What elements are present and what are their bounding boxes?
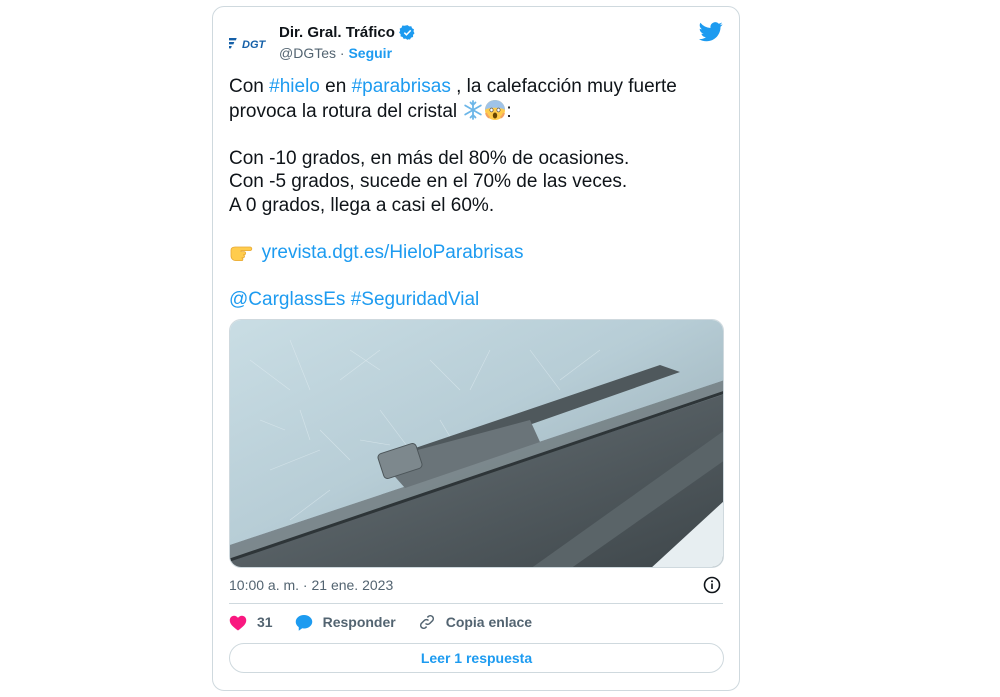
snowflake-icon	[462, 99, 484, 121]
text-segment: A 0 grados, llega a casi el 60%.	[229, 194, 495, 216]
copy-link-button[interactable]: Copia enlace	[418, 613, 532, 631]
text-segment: :	[506, 100, 512, 122]
tweet-text: Con #hielo en #parabrisas , la calefacci…	[229, 75, 719, 311]
text-segment: Con	[229, 76, 270, 97]
text-segment: Con -10 grados, en más del 80% de ocasio…	[229, 147, 630, 169]
author-name[interactable]: Dir. Gral. Tráfico	[279, 24, 395, 41]
reply-label: Responder	[322, 614, 396, 630]
text-segment: provoca la rotura del cristal	[229, 100, 463, 122]
mention-carglass-link[interactable]: @CarglassEs	[229, 289, 345, 310]
action-bar: 31 Responder Copia enlace	[229, 613, 554, 631]
twitter-bird-icon[interactable]	[699, 21, 723, 43]
author-handle[interactable]: @DGTes	[279, 45, 336, 61]
read-replies-button[interactable]: Leer 1 respuesta	[229, 643, 724, 673]
info-icon[interactable]	[703, 576, 721, 594]
screaming-face-icon	[484, 99, 506, 121]
tweet-timestamp[interactable]: 10:00 a. m. · 21 ene. 2023	[229, 577, 393, 593]
like-button[interactable]: 31	[229, 614, 273, 631]
author-name-row[interactable]: Dir. Gral. Tráfico	[279, 24, 416, 41]
svg-text:DGT: DGT	[242, 39, 267, 51]
divider	[229, 603, 723, 604]
follow-button[interactable]: Seguir	[348, 45, 392, 61]
hashtag-hielo-link[interactable]: #hielo	[269, 76, 320, 97]
tweet-photo[interactable]	[229, 319, 724, 568]
pointing-hand-icon	[229, 242, 253, 264]
text-segment: , la calefacción muy fuerte	[450, 76, 677, 97]
like-count: 31	[257, 614, 273, 630]
hashtag-seguridadvial-link[interactable]: #SeguridadVial	[351, 289, 480, 310]
article-link[interactable]: yrevista.dgt.es/HieloParabrisas	[262, 242, 524, 263]
reply-button[interactable]: Responder	[295, 614, 396, 631]
dgt-logo-avatar[interactable]: DGT	[221, 29, 271, 59]
verified-badge-icon	[399, 24, 416, 41]
copy-link-label: Copia enlace	[445, 614, 533, 630]
separator-dot: ·	[339, 45, 345, 61]
text-segment: en	[319, 76, 352, 97]
tweet-card: DGT Dir. Gral. Tráfico @DGTes · Seguir C…	[212, 6, 740, 691]
handle-row: @DGTes · Seguir	[279, 45, 392, 61]
hashtag-parabrisas-link[interactable]: #parabrisas	[352, 76, 451, 97]
text-segment: Con -5 grados, sucede en el 70% de las v…	[229, 171, 628, 192]
